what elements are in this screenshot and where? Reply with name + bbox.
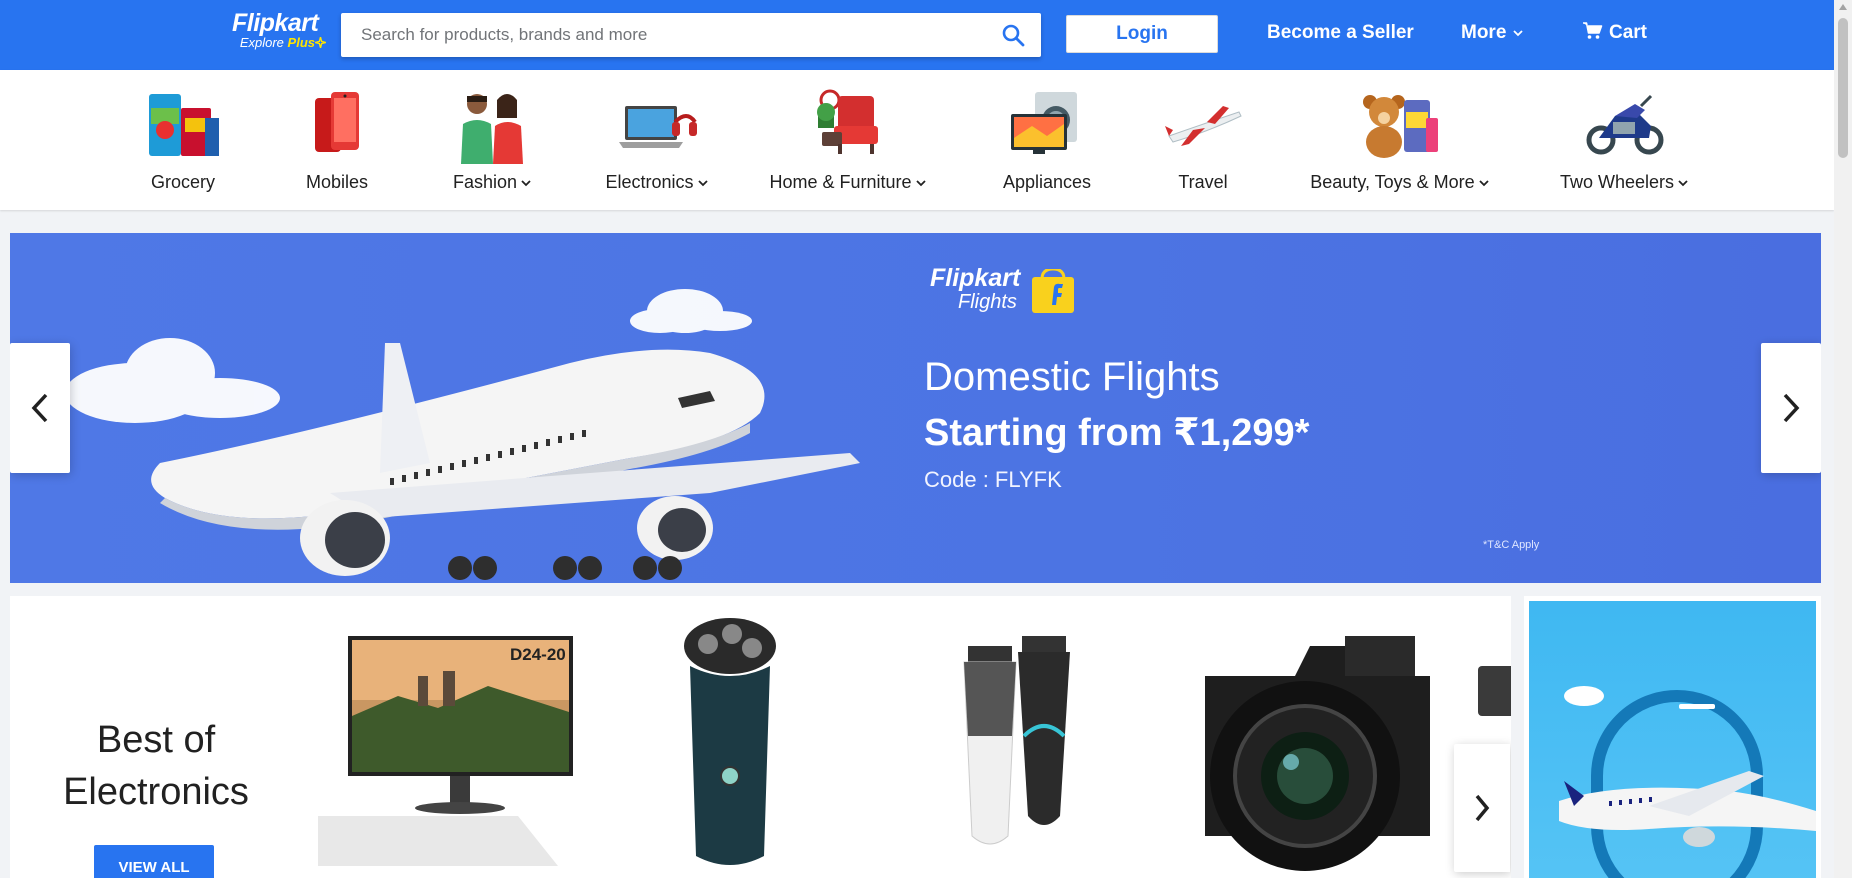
category-label: Two Wheelers: [1552, 172, 1697, 193]
shaver-icon: [684, 618, 776, 865]
camera-icon: [1205, 636, 1430, 871]
product-card[interactable]: D24-20: [318, 616, 588, 871]
category-label: Appliances: [1002, 172, 1092, 192]
category-label-text: Two Wheelers: [1559, 172, 1675, 192]
category-label: Electronics: [592, 172, 722, 193]
cart-label: Cart: [1609, 22, 1648, 43]
flights-sub: Flights: [958, 291, 1017, 313]
scroll-up-arrow-icon[interactable]: [1839, 4, 1847, 10]
search-input[interactable]: [341, 13, 961, 57]
appliances-icon: [1011, 92, 1077, 154]
chevron-down-icon: [1678, 180, 1688, 187]
banner-prev-button[interactable]: [10, 343, 70, 473]
product-card[interactable]: [1185, 616, 1445, 878]
category-label: Grocery: [150, 172, 215, 192]
chevron-down-icon: [1479, 180, 1489, 187]
section-title-line2: Electronics: [63, 771, 249, 813]
grocery-icon: [149, 94, 219, 156]
chevron-down-icon: [915, 180, 926, 187]
category-label-text: Home & Furniture: [769, 172, 912, 192]
motorcycle-icon: [1586, 94, 1663, 155]
banner-promo-code: Code : FLYFK: [924, 467, 1062, 492]
search-bar: [341, 13, 1041, 57]
category-label: Fashion: [430, 172, 555, 193]
category-label: Beauty, Toys & More: [1310, 172, 1490, 193]
search-icon[interactable]: [1001, 23, 1025, 47]
banner-subtitle: Starting from ₹1,299*: [924, 412, 1310, 454]
hero-banner[interactable]: Flipkart Flights Domestic Flights Starti…: [10, 233, 1821, 583]
flipkart-flights-logo: Flipkart Flights: [930, 265, 1020, 313]
chevron-down-icon: [1513, 30, 1523, 37]
cart-icon: [1583, 22, 1603, 39]
banner-terms: *T&C Apply: [1483, 539, 1540, 551]
category-electronics[interactable]: Electronics: [592, 70, 722, 210]
teddy-bear-icon: [1363, 95, 1438, 158]
mobile-phone-icon: [315, 92, 359, 152]
monitor-icon: D24-20: [318, 636, 573, 866]
chevron-right-icon: [1475, 794, 1490, 822]
logo-plus-text: Plus: [287, 35, 315, 50]
page-scrollbar[interactable]: [1834, 0, 1852, 878]
category-nav: Grocery Mobiles Fashion Electronics Home…: [0, 70, 1834, 210]
more-label: More: [1461, 22, 1507, 43]
category-label: Mobiles: [305, 172, 369, 192]
flipkart-bag-icon: [1032, 269, 1074, 313]
section-title: Best of Electronics: [46, 714, 266, 818]
become-seller-link[interactable]: Become a Seller: [1267, 22, 1414, 44]
scrollbar-thumb[interactable]: [1838, 18, 1848, 158]
category-mobiles[interactable]: Mobiles: [287, 70, 387, 210]
carousel-next-button[interactable]: [1454, 744, 1510, 872]
product-card-partial[interactable]: [1478, 666, 1511, 716]
login-button[interactable]: Login: [1066, 15, 1218, 53]
category-fashion[interactable]: Fashion: [430, 70, 555, 210]
category-label: Home & Furniture: [768, 172, 928, 193]
category-appliances[interactable]: Appliances: [987, 70, 1107, 210]
best-of-electronics-section: Best of Electronics VIEW ALL D24-20: [10, 596, 1511, 878]
product-card[interactable]: [950, 616, 1080, 871]
logo-tagline: Explore Plus: [232, 36, 328, 50]
fashion-icon: [460, 94, 523, 164]
flights-brand: Flipkart: [930, 264, 1021, 292]
monitor-model-label: D24-20: [510, 645, 566, 664]
chevron-left-icon: [31, 393, 48, 423]
airplane-illustration: [65, 289, 860, 580]
more-menu[interactable]: More: [1461, 22, 1524, 44]
flipkart-logo[interactable]: Flipkart Explore Plus: [232, 10, 328, 50]
category-label-text: Electronics: [605, 172, 694, 192]
banner-next-button[interactable]: [1761, 343, 1821, 473]
category-travel[interactable]: Travel: [1153, 70, 1253, 210]
cart-link[interactable]: Cart: [1583, 22, 1647, 44]
side-ad-banner[interactable]: [1524, 596, 1821, 878]
flight-ad-image: [1529, 601, 1816, 878]
plus-sparkle-icon: [314, 36, 327, 49]
view-all-button[interactable]: VIEW ALL: [94, 845, 214, 878]
category-label-text: Beauty, Toys & More: [1310, 172, 1475, 192]
logo-tag-text: Explore: [239, 35, 284, 50]
laptop-icon: [619, 106, 697, 148]
airplane-icon: [1165, 106, 1242, 146]
category-home-furniture[interactable]: Home & Furniture: [768, 70, 928, 210]
category-label: Travel: [1178, 172, 1228, 192]
airplane-window-illustration: [1559, 686, 1816, 878]
chevron-right-icon: [1783, 393, 1800, 423]
category-grocery[interactable]: Grocery: [133, 70, 233, 210]
category-two-wheelers[interactable]: Two Wheelers: [1552, 70, 1697, 210]
section-title-line1: Best of: [96, 719, 216, 761]
banner-title: Domestic Flights: [924, 355, 1220, 399]
top-header: Flipkart Explore Plus Login Become a Sel…: [0, 0, 1834, 70]
logo-brand: Flipkart: [232, 9, 319, 37]
armchair-icon: [817, 89, 878, 154]
category-beauty-toys[interactable]: Beauty, Toys & More: [1310, 70, 1490, 210]
chevron-down-icon: [521, 180, 531, 187]
product-card[interactable]: [670, 616, 790, 878]
category-label-text: Fashion: [452, 172, 518, 192]
trimmer-icon: [963, 636, 1070, 845]
chevron-down-icon: [697, 180, 708, 187]
